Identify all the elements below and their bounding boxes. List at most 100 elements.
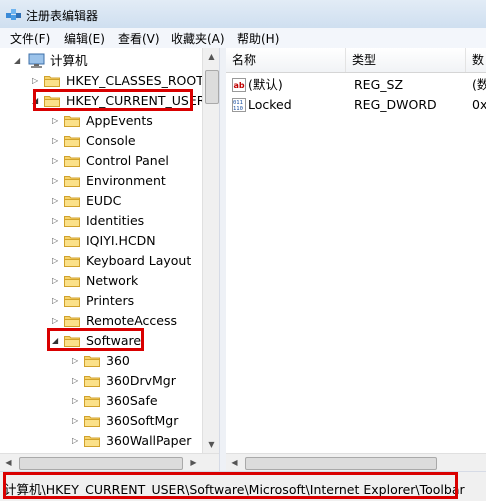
folder-icon bbox=[84, 416, 100, 427]
folder-icon bbox=[84, 376, 100, 387]
tree-label: Software bbox=[86, 333, 142, 348]
tree-label: Keyboard Layout bbox=[86, 253, 192, 268]
folder-icon bbox=[64, 256, 80, 267]
expand-arrow-icon[interactable]: ▷ bbox=[52, 111, 62, 131]
tree-label: RemoteAccess bbox=[86, 313, 178, 328]
expand-arrow-icon[interactable]: ▷ bbox=[52, 151, 62, 171]
expand-arrow-icon[interactable]: ▷ bbox=[32, 71, 42, 91]
collapse-arrow-icon[interactable]: ◢ bbox=[52, 331, 62, 351]
expand-arrow-icon[interactable]: ▷ bbox=[52, 131, 62, 151]
value-data: (数 bbox=[472, 77, 486, 92]
scroll-left-icon[interactable]: ◀ bbox=[0, 454, 17, 472]
key-tree[interactable]: ◢ 计算机 ▷ HKEY_CLASSES_ROOT ◢ HKEY_CURRENT_US… bbox=[0, 48, 219, 453]
expand-arrow-icon[interactable]: ▷ bbox=[72, 431, 82, 451]
scroll-left-icon[interactable]: ◀ bbox=[226, 454, 243, 472]
tree-label: HKEY_CURRENT_USER bbox=[66, 93, 206, 108]
value-type: REG_SZ bbox=[354, 77, 404, 92]
scroll-thumb[interactable] bbox=[205, 70, 219, 104]
status-bar: 计算机\HKEY_CURRENT_USER\Software\Microsoft… bbox=[0, 471, 486, 501]
menu-help[interactable]: 帮助(H) bbox=[235, 30, 281, 47]
tree-label: HKEY_CLASSES_ROOT bbox=[66, 73, 204, 88]
list-horizontal-scrollbar[interactable]: ◀ bbox=[226, 453, 486, 472]
folder-icon bbox=[84, 396, 100, 407]
expand-arrow-icon[interactable]: ▷ bbox=[52, 311, 62, 331]
collapse-arrow-icon[interactable]: ◢ bbox=[32, 91, 42, 111]
folder-icon bbox=[64, 336, 80, 347]
folder-icon bbox=[64, 316, 80, 327]
tree-vertical-scrollbar[interactable]: ▲ ▼ bbox=[202, 48, 220, 453]
folder-icon bbox=[64, 176, 80, 187]
registry-editor-icon bbox=[6, 9, 21, 20]
collapse-arrow-icon[interactable]: ◢ bbox=[14, 51, 24, 71]
tree-label: Environment bbox=[86, 173, 166, 188]
column-header-name[interactable]: 名称 bbox=[226, 48, 346, 72]
folder-icon bbox=[64, 276, 80, 287]
string-value-icon: ab bbox=[232, 78, 246, 92]
scroll-thumb[interactable] bbox=[245, 457, 437, 470]
folder-icon bbox=[84, 356, 100, 367]
values-list[interactable]: 名称 类型 数 ab (默认) REG_SZ (数 011 110 Locked… bbox=[226, 48, 486, 471]
current-key-path: 计算机\HKEY_CURRENT_USER\Software\Microsoft… bbox=[4, 482, 465, 497]
expand-arrow-icon[interactable]: ▷ bbox=[52, 291, 62, 311]
folder-icon bbox=[64, 136, 80, 147]
tree-label: 360WallPaper bbox=[106, 433, 192, 448]
menu-file[interactable]: 文件(F) bbox=[8, 30, 52, 47]
menu-edit[interactable]: 编辑(E) bbox=[62, 30, 107, 47]
folder-icon bbox=[84, 436, 100, 447]
expand-arrow-icon[interactable]: ▷ bbox=[52, 171, 62, 191]
value-data: 0x bbox=[472, 97, 486, 112]
tree-label: Console bbox=[86, 133, 136, 148]
expand-arrow-icon[interactable]: ▷ bbox=[72, 391, 82, 411]
tree-label: 360 bbox=[106, 353, 130, 368]
expand-arrow-icon[interactable]: ▷ bbox=[72, 371, 82, 391]
expand-arrow-icon[interactable]: ▷ bbox=[72, 411, 82, 431]
tree-label: AppEvents bbox=[86, 113, 153, 128]
list-row[interactable]: 011 110 Locked REG_DWORD 0x bbox=[226, 95, 486, 115]
tree-label: Control Panel bbox=[86, 153, 169, 168]
folder-icon bbox=[44, 76, 60, 87]
expand-arrow-icon[interactable]: ▷ bbox=[52, 191, 62, 211]
folder-icon bbox=[64, 236, 80, 247]
tree-label: Printers bbox=[86, 293, 135, 308]
tree-label: EUDC bbox=[86, 193, 122, 208]
folder-icon bbox=[64, 156, 80, 167]
expand-arrow-icon[interactable]: ▷ bbox=[52, 231, 62, 251]
svg-text:110: 110 bbox=[233, 106, 243, 112]
expand-arrow-icon[interactable]: ▷ bbox=[52, 271, 62, 291]
svg-text:ab: ab bbox=[234, 81, 245, 90]
list-row[interactable]: ab (默认) REG_SZ (数 bbox=[226, 75, 486, 95]
tree-label: IQIYI.HCDN bbox=[86, 233, 156, 248]
folder-icon bbox=[64, 296, 80, 307]
tree-horizontal-scrollbar[interactable]: ◀ ▶ bbox=[0, 453, 219, 472]
scroll-down-icon[interactable]: ▼ bbox=[203, 436, 220, 453]
menu-favorites[interactable]: 收藏夹(A) bbox=[169, 30, 227, 47]
folder-icon bbox=[64, 196, 80, 207]
scroll-up-icon[interactable]: ▲ bbox=[203, 48, 220, 65]
tree-label: 360DrvMgr bbox=[106, 373, 176, 388]
window-title: 注册表编辑器 bbox=[26, 9, 99, 23]
value-type: REG_DWORD bbox=[354, 97, 437, 112]
list-header: 名称 类型 数 bbox=[226, 48, 486, 73]
computer-icon bbox=[28, 53, 45, 68]
folder-icon bbox=[64, 116, 80, 127]
menu-view[interactable]: 查看(V) bbox=[116, 30, 162, 47]
title-bar: 注册表编辑器 bbox=[0, 0, 486, 28]
tree-label: Network bbox=[86, 273, 139, 288]
column-header-data[interactable]: 数 bbox=[466, 48, 486, 72]
value-name: Locked bbox=[248, 97, 292, 112]
expand-arrow-icon[interactable]: ▷ bbox=[52, 211, 62, 231]
tree-label: 360Safe bbox=[106, 393, 158, 408]
scroll-thumb[interactable] bbox=[19, 457, 183, 470]
scroll-right-icon[interactable]: ▶ bbox=[185, 454, 202, 472]
binary-value-icon: 011 110 bbox=[232, 98, 246, 112]
expand-arrow-icon[interactable]: ▷ bbox=[72, 351, 82, 371]
tree-label: Identities bbox=[86, 213, 145, 228]
folder-icon bbox=[44, 96, 60, 107]
column-header-type[interactable]: 类型 bbox=[346, 48, 466, 72]
expand-arrow-icon[interactable]: ▷ bbox=[52, 251, 62, 271]
menu-bar: 文件(F) 编辑(E) 查看(V) 收藏夹(A) 帮助(H) bbox=[0, 28, 486, 49]
tree-label: 360SoftMgr bbox=[106, 413, 179, 428]
value-name: (默认) bbox=[248, 77, 283, 92]
tree-label: 计算机 bbox=[50, 53, 88, 68]
folder-icon bbox=[64, 216, 80, 227]
